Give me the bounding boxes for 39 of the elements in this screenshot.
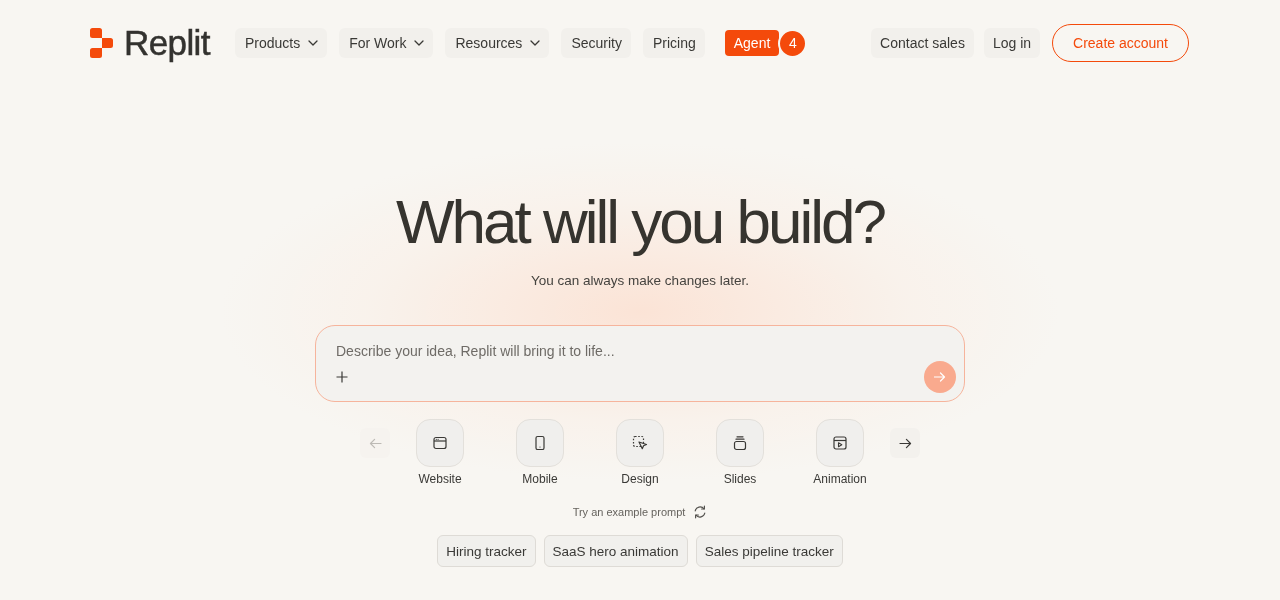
- nav-menu-item[interactable]: Resources: [445, 28, 550, 58]
- hero-title: What will you build?: [396, 186, 884, 258]
- header-link-button[interactable]: Contact sales: [871, 28, 974, 58]
- phone-icon: [516, 419, 564, 467]
- category-option[interactable]: Mobile: [500, 419, 580, 488]
- arrow-right-icon: [898, 437, 912, 449]
- category-option[interactable]: Design: [600, 419, 680, 488]
- agent-button[interactable]: Agent: [724, 30, 780, 56]
- browser-window-icon: [416, 419, 464, 467]
- plus-icon: [336, 371, 348, 383]
- selection-cursor-icon: [616, 419, 664, 467]
- category-option[interactable]: Website: [400, 419, 480, 488]
- chevron-down-icon: [414, 40, 425, 46]
- play-window-icon: [816, 419, 864, 467]
- example-prompt-chip[interactable]: Sales pipeline tracker: [695, 535, 843, 567]
- arrow-right-icon: [934, 372, 946, 382]
- example-prompt-chip[interactable]: SaaS hero animation: [543, 535, 688, 567]
- stacked-cards-icon: [716, 419, 764, 467]
- logo-wordmark[interactable]: Replit: [124, 24, 210, 62]
- count-badge: 4: [778, 28, 808, 58]
- logo-icon: [90, 28, 113, 58]
- chevron-down-icon: [530, 40, 541, 46]
- nav-menu-item[interactable]: Products: [234, 28, 328, 58]
- nav-menu-item[interactable]: Security: [561, 28, 631, 58]
- nav-menu-item[interactable]: For Work: [339, 28, 434, 58]
- arrow-left-icon: [368, 437, 382, 449]
- refresh-button[interactable]: [693, 505, 708, 519]
- chevron-down-icon: [308, 40, 319, 46]
- add-attachment-button[interactable]: [336, 371, 348, 383]
- header-link-button[interactable]: Log in: [983, 28, 1041, 58]
- prompt-input-field[interactable]: Describe your idea, Replit will bring it to life...: [336, 341, 896, 361]
- category-option[interactable]: Animation: [800, 419, 880, 488]
- nav-menu-item[interactable]: Pricing: [642, 28, 705, 58]
- category-option[interactable]: Slides: [700, 419, 780, 488]
- hero-subtitle: You can always make changes later.: [531, 272, 749, 290]
- example-prompt-chip[interactable]: Hiring tracker: [437, 535, 536, 567]
- next-button[interactable]: [890, 428, 920, 458]
- example-prompt-label: Try an example prompt: [572, 505, 686, 520]
- refresh-icon: [693, 505, 708, 519]
